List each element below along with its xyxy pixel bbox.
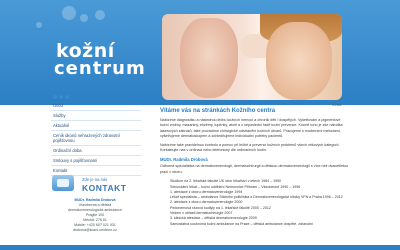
hero-face-woman (180, 18, 238, 98)
intro-paragraph-2: Nabízíme také pravidelnou kontrolu a pom… (160, 142, 340, 153)
decor-bubble (36, 22, 42, 28)
decor-bubble (95, 10, 105, 20)
main-content: Vítáme vás na stránkách Kožního centra N… (160, 108, 350, 227)
nav-dots (53, 95, 69, 99)
decor-bubble (62, 6, 76, 20)
page-title: Vítáme vás na stránkách Kožního centra (160, 108, 276, 114)
nav-item-cenik[interactable]: Ceník úkonů nehrazených zdravotní pojišť… (51, 131, 141, 147)
nav-item-sluzby[interactable]: Služby (51, 111, 141, 122)
hero-face-child (266, 22, 332, 100)
decor-bubble (80, 14, 88, 22)
logo-line2: centrum (54, 58, 146, 79)
nav-item-smlouvy[interactable]: Smlouvy s pojišťovnami (51, 156, 141, 167)
doctor-heading: MUDr. Radmila Drobová (160, 157, 208, 163)
hero-caption: Úvod (332, 102, 342, 107)
contact-card-icon (52, 175, 74, 191)
site-header: kožní centrum (0, 0, 400, 105)
contact-banner[interactable]: Zde je na nás KONTAKT (52, 175, 132, 195)
sidebar-nav: Úvod Služby Aktuálně Ceník úkonů nehraze… (51, 101, 141, 177)
contact-small-text: Zde je na nás (82, 177, 108, 182)
contact-info: MUDr. Radmila Drobová Všeobecná a dětská… (52, 198, 138, 233)
nav-item-uvod[interactable]: Úvod (51, 101, 141, 112)
nav-item-aktualne[interactable]: Aktuálně (51, 121, 141, 132)
nav-item-ordinacni-doba[interactable]: Ordinační doba (51, 146, 141, 157)
intro-paragraph: Nabízíme diagnostiku a následnou léčbu k… (160, 118, 343, 139)
career-timeline: Studium na 2. lékařské fakultě UK obor l… (160, 179, 350, 227)
doctor-text: Odborná specialistka na dermatovenerolog… (160, 164, 349, 174)
site-logo[interactable]: kožní centrum (46, 40, 146, 80)
contact-heading: KONTAKT (82, 183, 127, 193)
hero-image (162, 14, 342, 100)
timeline-item: Samostatná soukromá kožní ambulance na P… (170, 221, 314, 226)
contact-email[interactable]: drobova@kozni-centrum.cz (52, 228, 138, 233)
footer-bar (0, 245, 400, 250)
